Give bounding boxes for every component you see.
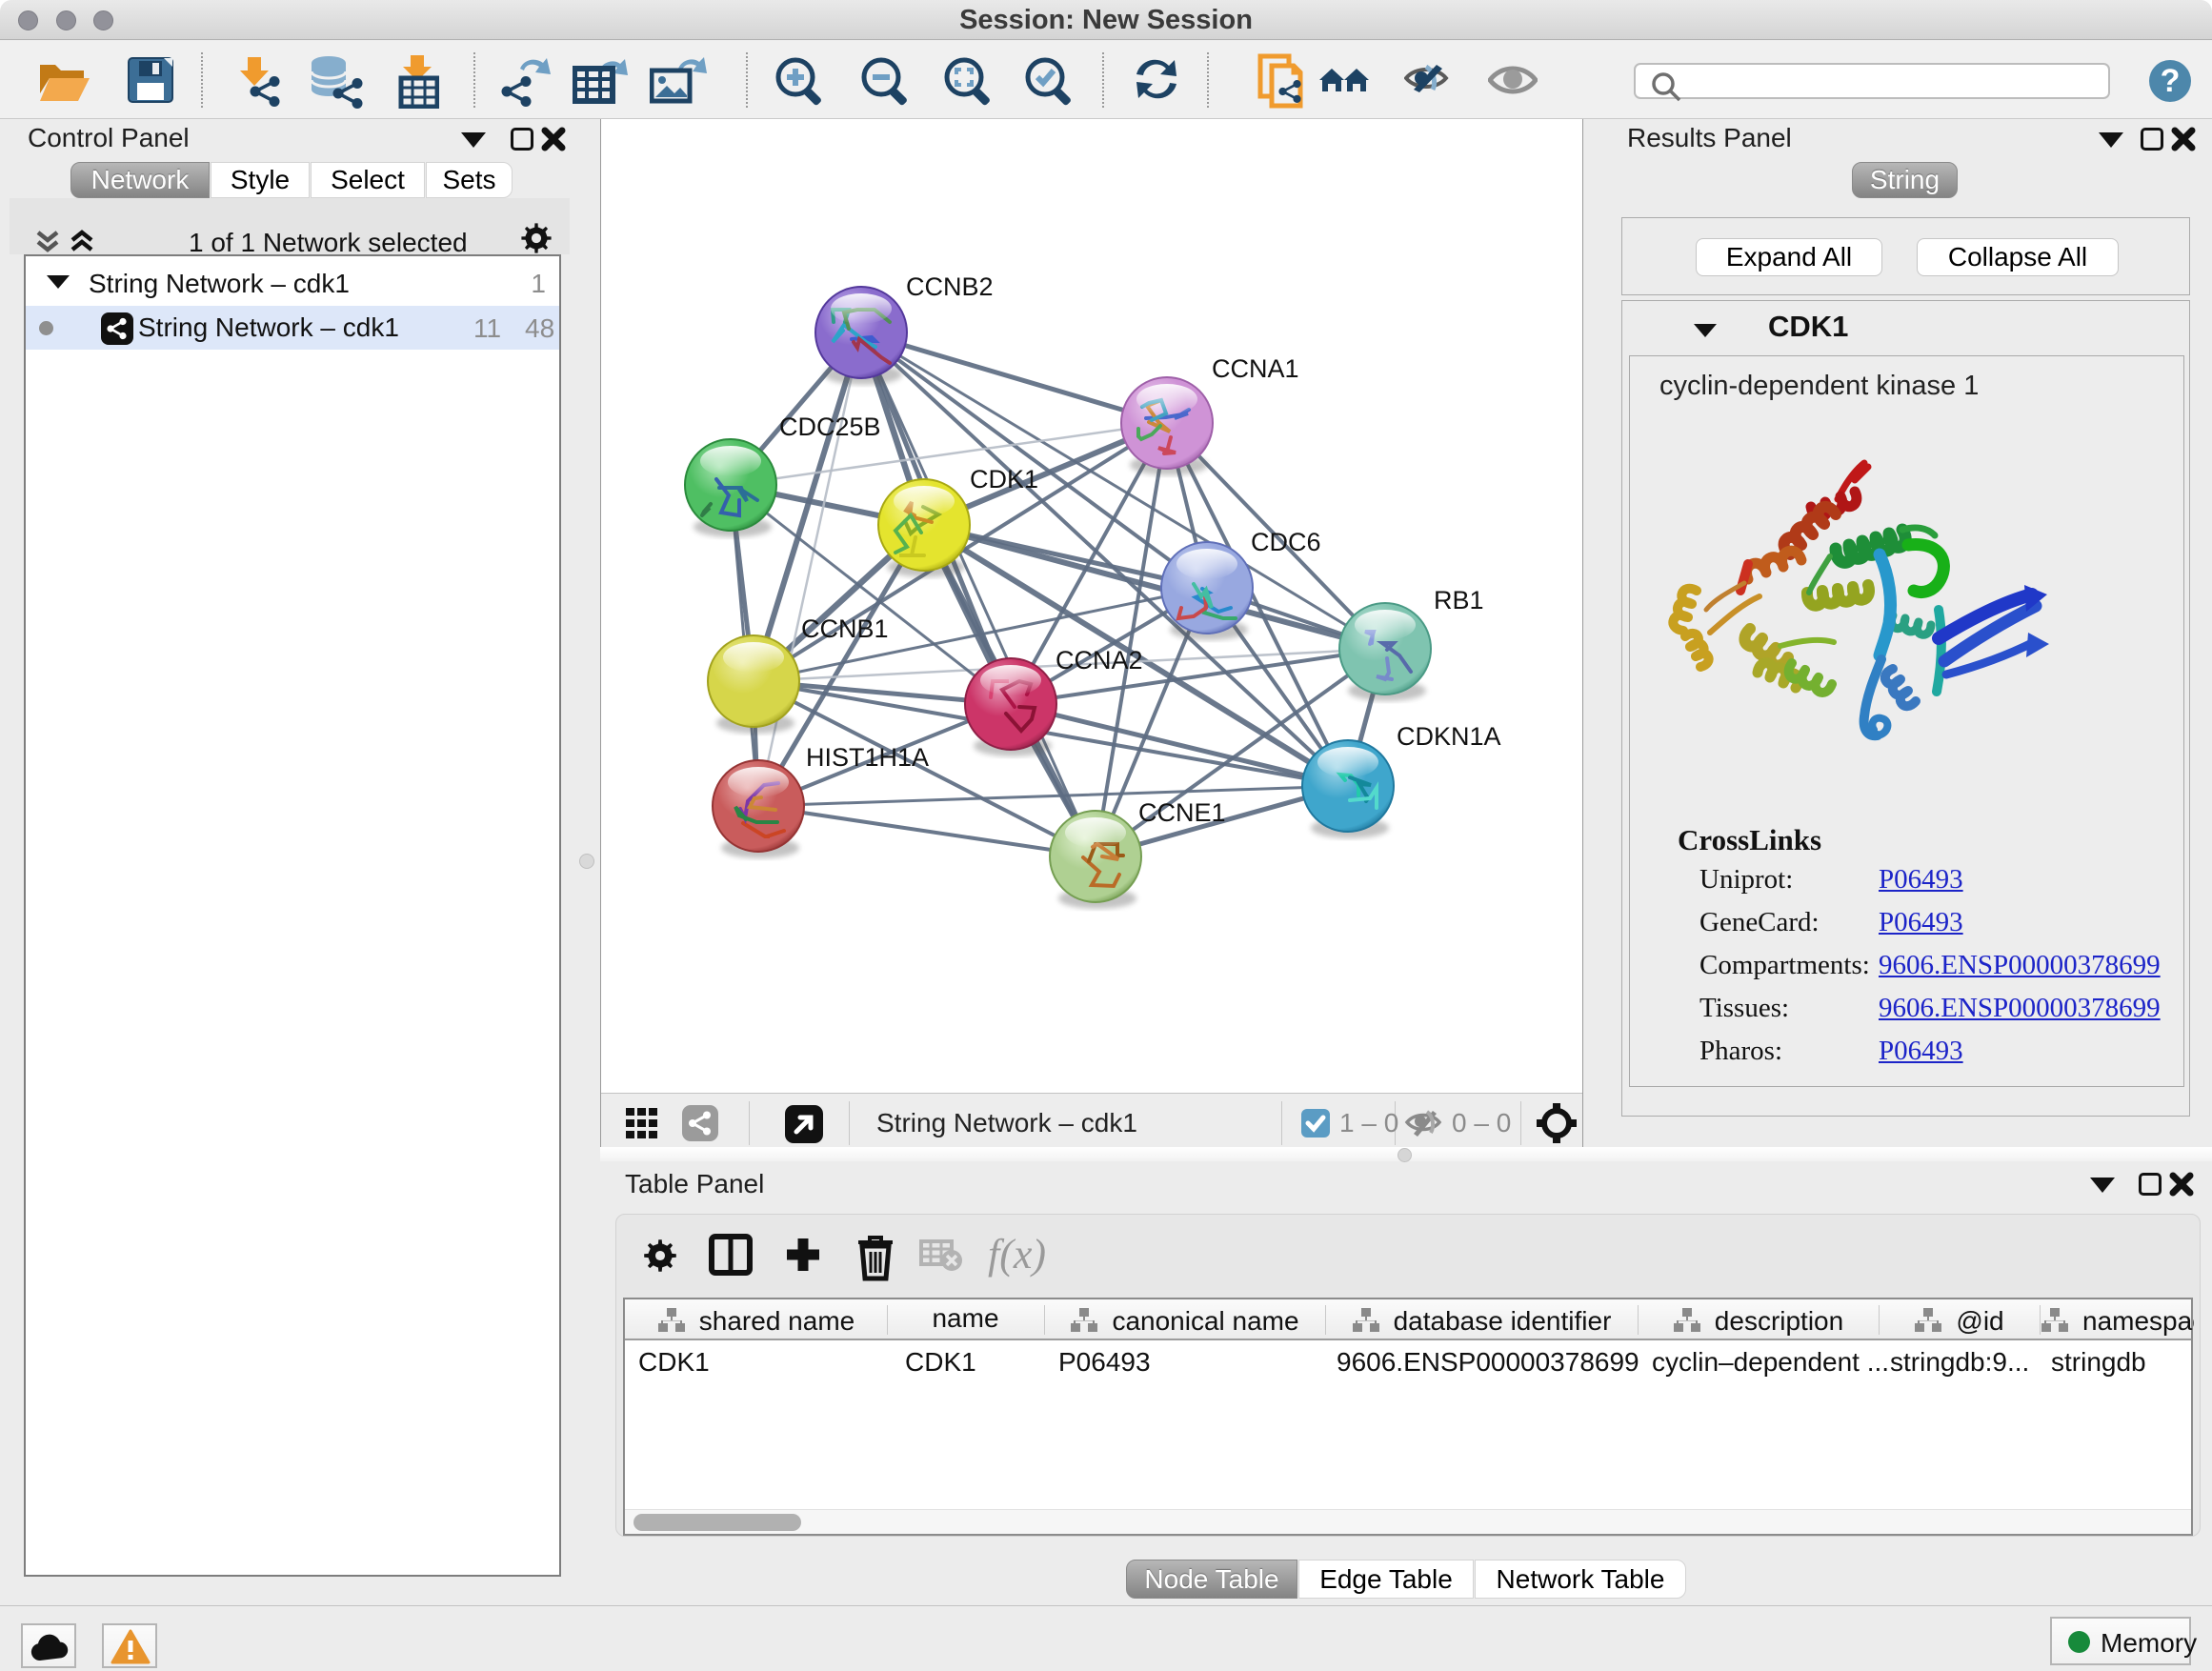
- svg-text:CDKN1A: CDKN1A: [1397, 722, 1501, 751]
- svg-text:RB1: RB1: [1434, 586, 1484, 614]
- svg-text:CCNB2: CCNB2: [906, 272, 994, 301]
- svg-text:CDC25B: CDC25B: [779, 413, 881, 441]
- svg-text:CCNE1: CCNE1: [1138, 798, 1226, 827]
- svg-text:CDK1: CDK1: [970, 465, 1038, 493]
- svg-text:CCNA2: CCNA2: [1056, 646, 1143, 674]
- svg-text:CCNA1: CCNA1: [1212, 354, 1299, 383]
- svg-text:CDC6: CDC6: [1251, 528, 1321, 556]
- svg-text:f(x): f(x): [988, 1231, 1046, 1278]
- svg-text:HIST1H1A: HIST1H1A: [806, 743, 929, 772]
- svg-text:CCNB1: CCNB1: [801, 614, 889, 643]
- svg-text:?: ?: [2161, 63, 2181, 99]
